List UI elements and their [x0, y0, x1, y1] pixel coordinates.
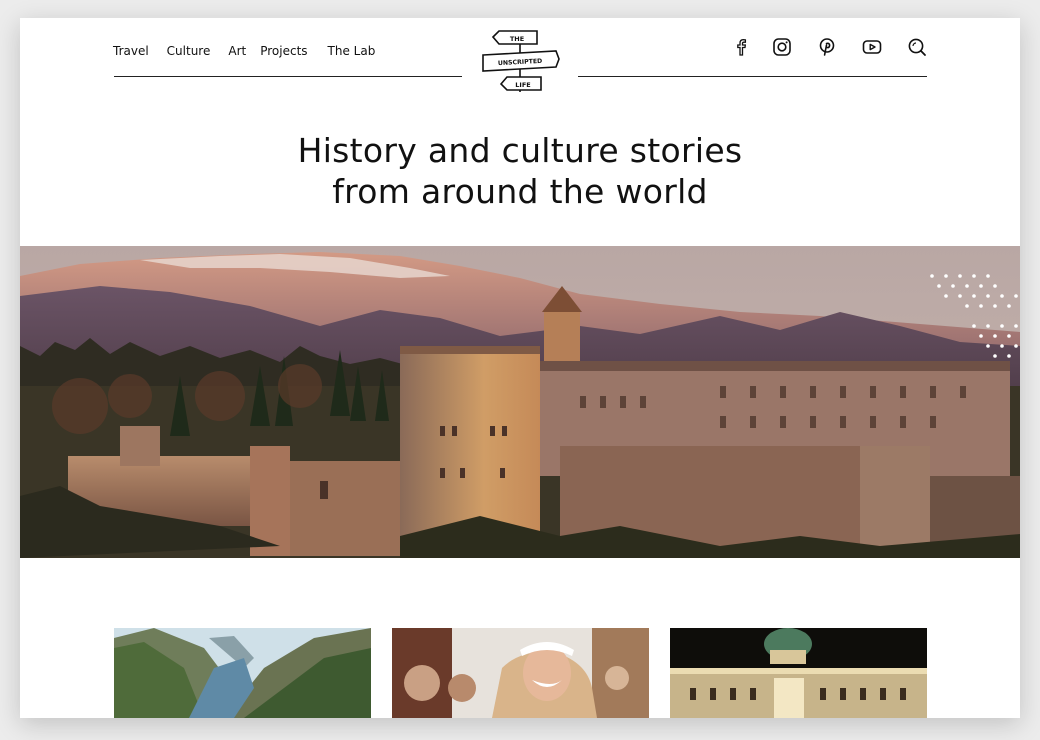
- page-headline: History and culture stories from around …: [20, 130, 1020, 212]
- header-rule-left: [114, 76, 462, 77]
- nav-item-travel[interactable]: Travel: [113, 44, 149, 58]
- logo-text-the: THE: [510, 35, 524, 43]
- instagram-icon[interactable]: [772, 37, 792, 57]
- youtube-icon[interactable]: [862, 37, 882, 57]
- headline-line-2: from around the world: [332, 172, 708, 211]
- nav-item-projects[interactable]: Projects: [260, 44, 307, 58]
- nav-item-culture[interactable]: Culture: [167, 44, 211, 58]
- nav-item-the-lab[interactable]: The Lab: [328, 44, 376, 58]
- site-logo[interactable]: THE UNSCRIPTED LIFE: [480, 28, 560, 96]
- headline-line-1: History and culture stories: [297, 131, 743, 170]
- search-icon[interactable]: [907, 37, 927, 57]
- hero-image[interactable]: [20, 246, 1020, 558]
- facebook-icon[interactable]: [731, 37, 751, 57]
- main-nav: Travel Culture Art Projects The Lab: [113, 44, 393, 58]
- article-cards: [114, 628, 927, 718]
- card-image-palace-night[interactable]: [670, 628, 927, 718]
- header-rule-right: [578, 76, 927, 77]
- browser-page: Travel Culture Art Projects The Lab THE …: [20, 18, 1020, 718]
- card-image-fjord[interactable]: [114, 628, 371, 718]
- card-image-smiling-woman[interactable]: [392, 628, 649, 718]
- pinterest-icon[interactable]: [817, 37, 837, 57]
- logo-text-life: LIFE: [515, 81, 530, 89]
- nav-item-art[interactable]: Art: [228, 44, 246, 58]
